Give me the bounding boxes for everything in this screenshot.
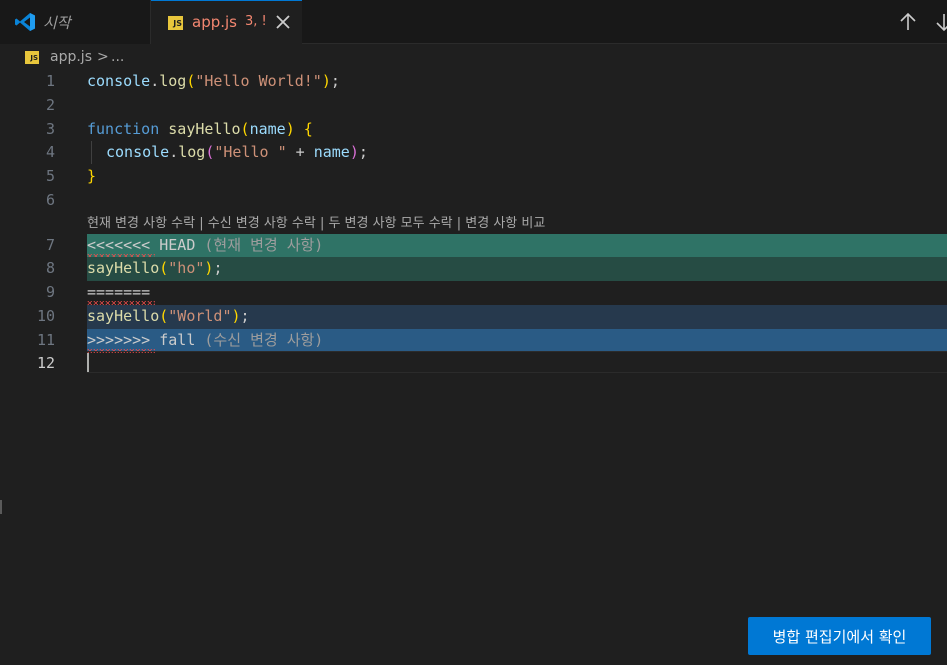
code-line: 6 [0, 189, 947, 212]
open-merge-editor-button[interactable]: 병합 편집기에서 확인 [748, 617, 931, 655]
compare-changes-link[interactable]: 변경 사항 비교 [465, 216, 545, 231]
code-line: 2 [0, 94, 947, 117]
tab-welcome-label: 시작 [43, 14, 71, 32]
line-content: console.log("Hello World!"); [87, 72, 340, 90]
code-line: 12 [0, 352, 947, 375]
indent-guide [91, 141, 92, 164]
line-content: } [87, 167, 97, 185]
code-line: 4 console.log("Hello " + name); [0, 141, 947, 164]
line-number: 10 [36, 307, 55, 325]
sash-handle[interactable] [0, 500, 2, 514]
line-number: 6 [45, 191, 55, 209]
vscode-logo-icon [15, 13, 35, 31]
chevron-right-icon: > [97, 49, 109, 65]
line-number: 4 [45, 143, 55, 161]
code-line: 9 ======= [0, 281, 947, 305]
tab-app-js[interactable]: JS app.js 3, ! [151, 0, 302, 45]
line-number: 12 [36, 354, 55, 372]
code-editor[interactable]: 1 console.log("Hello World!"); 2 3 funct… [0, 70, 947, 665]
text-cursor [87, 353, 89, 372]
accept-both-changes-link[interactable]: 두 변경 사항 모두 수락 [328, 216, 452, 231]
code-line: 5 } [0, 165, 947, 188]
line-number: 7 [45, 236, 55, 254]
tab-bar: 시작 JS app.js 3, ! [0, 0, 947, 45]
line-number: 9 [45, 283, 55, 301]
tab-app-js-label: app.js [192, 13, 237, 31]
arrow-up-icon[interactable] [899, 12, 917, 32]
code-line: 8 sayHello("ho"); [0, 257, 947, 281]
line-content: console.log("Hello " + name); [106, 143, 368, 161]
js-file-icon: JS [168, 16, 183, 30]
line-number: 8 [45, 259, 55, 277]
js-file-icon: JS [25, 51, 39, 64]
line-number: 1 [45, 72, 55, 90]
line-number: 3 [45, 120, 55, 138]
breadcrumb: JS app.js > ... [0, 46, 947, 70]
code-line: 10 sayHello("World"); [0, 305, 947, 329]
code-line: 7 <<<<<<< HEAD (현재 변경 사항) [0, 234, 947, 258]
breadcrumb-symbols[interactable]: ... [111, 49, 124, 65]
problems-badge: 3, ! [245, 14, 267, 29]
tab-welcome[interactable]: 시작 [0, 0, 151, 44]
code-line: 3 function sayHello(name) { [0, 118, 947, 141]
line-number: 2 [45, 96, 55, 114]
line-content: sayHello("World"); [87, 307, 250, 325]
code-line: 1 console.log("Hello World!"); [0, 70, 947, 93]
merge-codelens: 현재 변경 사항 수락 | 수신 변경 사항 수락 | 두 변경 사항 모두 수… [87, 216, 546, 231]
close-icon[interactable] [275, 11, 291, 33]
accept-incoming-change-link[interactable]: 수신 변경 사항 수락 [208, 216, 316, 231]
code-line: 11 >>>>>>> fall (수신 변경 사항) [0, 329, 947, 353]
accept-current-change-link[interactable]: 현재 변경 사항 수락 [87, 216, 195, 231]
line-number: 5 [45, 167, 55, 185]
breadcrumb-file[interactable]: app.js [50, 49, 92, 65]
line-content: function sayHello(name) { [87, 120, 313, 138]
line-number: 11 [36, 331, 55, 349]
arrow-down-icon[interactable] [935, 12, 947, 32]
line-content: sayHello("ho"); [87, 259, 223, 277]
